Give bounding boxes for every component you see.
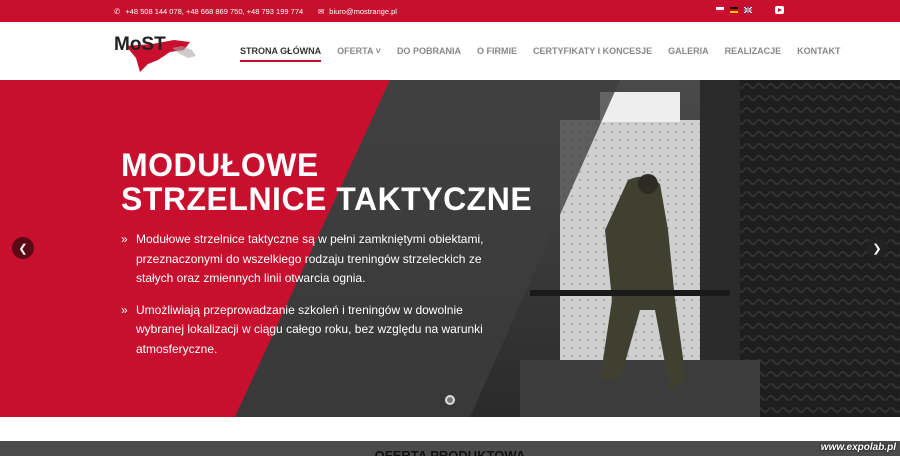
site-header: MoST STRONA GŁÓWNA OFERTA ˅ DO POBRANIA … <box>0 22 900 80</box>
hero-title: MODUŁOWE STRZELNICE TAKTYCZNE <box>121 148 532 216</box>
hero-title-line1: MODUŁOWE <box>121 147 319 183</box>
slider-next-arrow-icon[interactable]: ❯ <box>866 237 888 259</box>
mail-icon: ✉ <box>318 7 325 16</box>
nav-item-realizacje[interactable]: REALIZACJE <box>725 46 782 56</box>
section-title: OFERTA PRODUKTOWA <box>374 448 526 456</box>
youtube-icon[interactable] <box>775 6 784 14</box>
nav-item-certyfikaty[interactable]: CERTYFIKATY I KONCESJE <box>533 46 652 56</box>
hero-bullets: Modułowe strzelnice taktyczne są w pełni… <box>121 230 501 371</box>
top-bar: ✆ +48 508 144 078, +48 668 869 750, +48 … <box>0 0 900 22</box>
watermark: www.expolab.pl <box>820 442 896 453</box>
nav-item-o-firmie[interactable]: O FIRMIE <box>477 46 517 56</box>
hero-bullet: Umożliwiają przeprowadzanie szkoleń i tr… <box>121 301 501 360</box>
main-nav: STRONA GŁÓWNA OFERTA ˅ DO POBRANIA O FIR… <box>240 46 840 62</box>
nav-item-home[interactable]: STRONA GŁÓWNA <box>240 46 322 62</box>
flag-en-icon[interactable] <box>744 7 752 13</box>
flag-de-icon[interactable] <box>730 7 738 13</box>
logo-text: MoST <box>114 34 166 55</box>
nav-item-oferta[interactable]: OFERTA ˅ <box>337 46 381 56</box>
phone-icon: ✆ <box>114 7 121 16</box>
slider-prev-arrow-icon[interactable]: ❮ <box>12 237 34 259</box>
hero-slider: MODUŁOWE STRZELNICE TAKTYCZNE Modułowe s… <box>0 80 900 417</box>
nav-item-kontakt[interactable]: KONTAKT <box>797 46 840 56</box>
phone-contact: ✆ +48 508 144 078, +48 668 869 750, +48 … <box>114 7 303 16</box>
hero-title-line2: STRZELNICE TAKTYCZNE <box>121 181 533 217</box>
nav-item-oferta-label: OFERTA <box>337 46 374 56</box>
nav-item-do-pobrania[interactable]: DO POBRANIA <box>397 46 461 56</box>
slider-dot[interactable] <box>445 395 455 405</box>
chevron-down-icon: ˅ <box>373 46 381 56</box>
email-address[interactable]: biuro@mostrange.pl <box>329 7 397 16</box>
language-switcher <box>716 7 752 13</box>
flag-pl-icon[interactable] <box>716 7 724 13</box>
logo[interactable]: MoST <box>112 28 200 78</box>
email-contact[interactable]: ✉ biuro@mostrange.pl <box>318 7 397 16</box>
offer-section: OFERTA PRODUKTOWA <box>0 441 900 456</box>
hero-bullet: Modułowe strzelnice taktyczne są w pełni… <box>121 230 501 289</box>
nav-item-galeria[interactable]: GALERIA <box>668 46 709 56</box>
phone-numbers: +48 508 144 078, +48 668 869 750, +48 79… <box>125 7 304 16</box>
